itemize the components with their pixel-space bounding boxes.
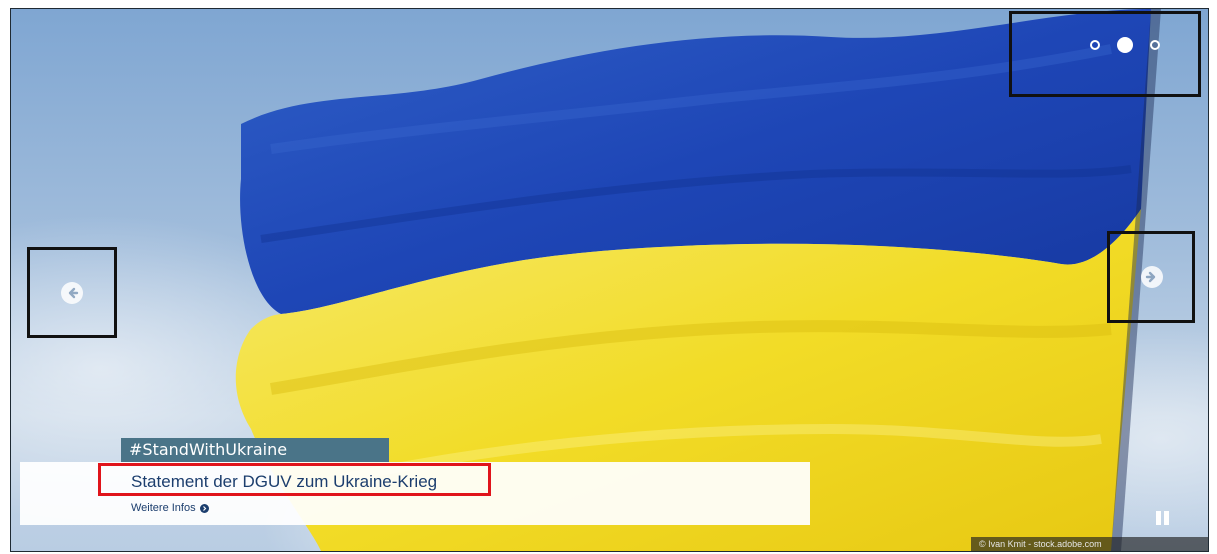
pause-icon-bar (1164, 511, 1169, 525)
slide-dot-2-active[interactable] (1117, 37, 1133, 53)
pause-button[interactable] (1156, 511, 1170, 525)
previous-slide-button[interactable] (27, 247, 117, 338)
slide-headline-link[interactable]: Statement der DGUV zum Ukraine-Krieg (131, 472, 437, 492)
arrow-right-circle-icon (1141, 266, 1163, 288)
slide-dot-1[interactable] (1090, 40, 1100, 50)
arrow-right-circle-icon (199, 503, 209, 513)
next-slide-button[interactable] (1107, 231, 1195, 323)
slide-caption: Statement der DGUV zum Ukraine-Krieg Wei… (20, 462, 810, 525)
more-info-label: Weitere Infos (131, 502, 196, 514)
more-info-link[interactable]: Weitere Infos (131, 502, 209, 514)
slide-dot-3[interactable] (1150, 40, 1160, 50)
arrow-left-circle-icon (61, 282, 83, 304)
hero-slider: #StandWithUkraine Statement der DGUV zum… (10, 8, 1209, 552)
slide-tag: #StandWithUkraine (121, 438, 389, 462)
pause-icon (1156, 511, 1161, 525)
slide-indicator-group (1009, 11, 1201, 97)
image-credit: © Ivan Kmit - stock.adobe.com (971, 537, 1208, 551)
carousel-frame: #StandWithUkraine Statement der DGUV zum… (0, 0, 1217, 554)
